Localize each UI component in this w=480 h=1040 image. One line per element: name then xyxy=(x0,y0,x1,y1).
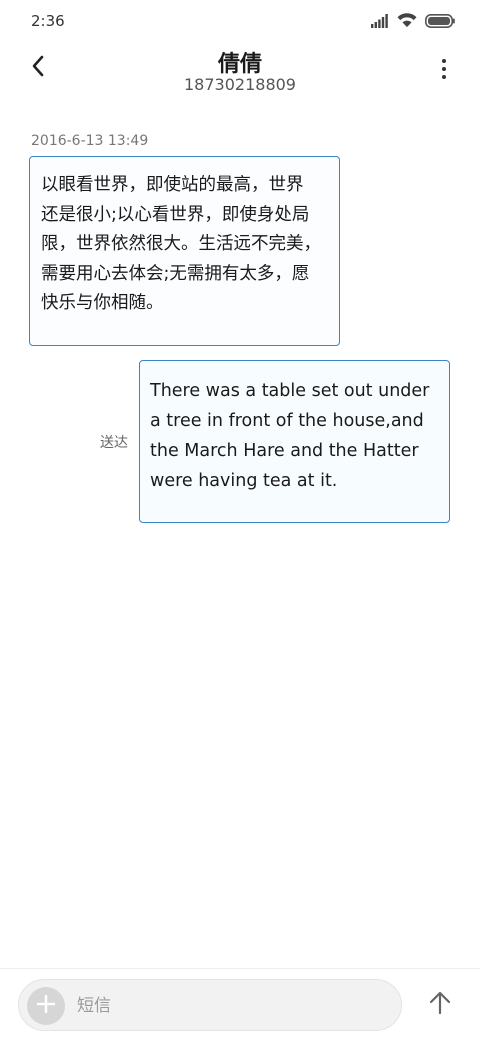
add-attachment-button[interactable] xyxy=(27,987,65,1025)
message-line: a tree in front of the house,and xyxy=(150,411,424,431)
incoming-message-bubble[interactable]: 以眼看世界，即使站的最高，世界 还是很小;以心看世界，即使身处局 限，世界依然很… xyxy=(29,156,340,346)
message-line: were having tea at it. xyxy=(150,471,338,491)
send-button[interactable] xyxy=(422,987,458,1023)
status-time: 2:36 xyxy=(31,12,65,30)
more-vertical-icon xyxy=(442,59,446,63)
contact-name: 倩倩 xyxy=(217,52,262,77)
conversation-header: 倩倩 18730218809 xyxy=(0,44,480,100)
message-line: There was a table set out under xyxy=(150,381,430,401)
more-options-button[interactable] xyxy=(432,54,456,84)
message-line: 需要用心去体会;无需拥有太多，愿 xyxy=(41,263,310,284)
contact-phone: 18730218809 xyxy=(184,75,296,94)
message-input[interactable] xyxy=(77,993,377,1019)
compose-box xyxy=(18,979,402,1031)
plus-icon xyxy=(36,994,56,1018)
message-line: 限，世界依然很大。生活远不完美， xyxy=(41,234,321,254)
message-line: 以眼看世界，即使站的最高，世界 xyxy=(41,175,304,195)
message-line: the March Hare and the Hatter xyxy=(150,441,419,461)
status-icons xyxy=(371,13,455,32)
wifi-icon xyxy=(397,13,417,32)
compose-bar xyxy=(0,968,480,1040)
message-timestamp: 2016-6-13 13:49 xyxy=(31,133,149,149)
message-line: 还是很小;以心看世界，即使身处局 xyxy=(41,204,310,225)
signal-icon xyxy=(371,13,389,32)
arrow-up-icon xyxy=(429,991,451,1019)
battery-icon xyxy=(425,13,455,32)
message-line: 快乐与你相随。 xyxy=(41,293,164,313)
outgoing-message-bubble[interactable]: There was a table set out under a tree i… xyxy=(139,360,450,523)
delivery-status: 送达 xyxy=(100,435,128,451)
status-bar: 2:36 xyxy=(0,0,480,44)
